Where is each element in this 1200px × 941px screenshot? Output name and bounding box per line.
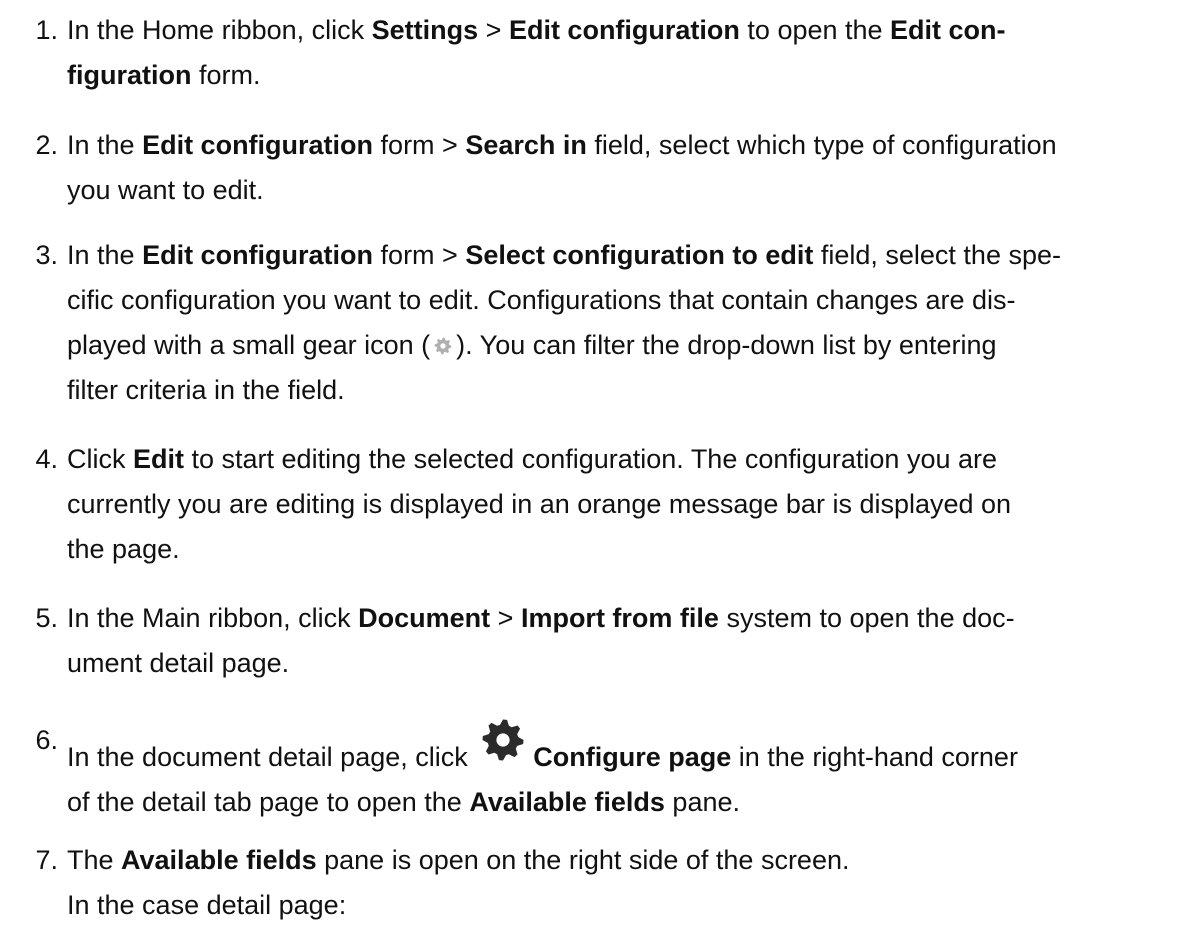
text-line: The Available fields pane is open on the… — [67, 838, 1187, 883]
text-line: Click Edit to start editing the selected… — [67, 437, 1187, 482]
ui-term: Available fields — [121, 845, 317, 875]
text-line: In the Main ribbon, click Document > Imp… — [67, 596, 1187, 641]
step-number: 1. — [35, 15, 58, 45]
text-run: of the detail tab page to open the — [67, 787, 470, 817]
text-run: > — [490, 603, 521, 633]
text-run: system to open the doc- — [718, 603, 1015, 633]
text-run: ). You can filter the drop-down list by … — [456, 330, 997, 360]
text-line: In the Home ribbon, click Settings > Edi… — [67, 8, 1187, 53]
text-line: ument detail page. — [67, 641, 1187, 686]
text-line: played with a small gear icon ( ). You ca… — [67, 323, 1187, 368]
step-number: 2. — [35, 130, 58, 160]
text-run: In the case detail page: — [67, 890, 347, 920]
text-line: the page. — [67, 527, 1187, 572]
step-text: In the document detail page, click Confi… — [67, 718, 1187, 825]
ui-term: Edit configuration — [508, 15, 740, 45]
step-text: In the Main ribbon, click Document > Imp… — [67, 596, 1187, 686]
text-run: field, select which type of configuratio… — [586, 130, 1057, 160]
text-run: form > — [373, 240, 466, 270]
text-line: In the document detail page, click Confi… — [67, 718, 1187, 780]
step-number: 5. — [35, 603, 58, 633]
text-run: field, select the spe- — [813, 240, 1061, 270]
text-run: form > — [373, 130, 466, 160]
ui-term: Document — [358, 603, 491, 633]
text-run: in the right-hand corner — [731, 742, 1018, 772]
text-line: you want to edit. — [67, 168, 1187, 213]
text-line: currently you are editing is displayed i… — [67, 482, 1187, 527]
step-text: In the Edit configuration form > Search … — [67, 123, 1187, 213]
ui-term: Configure page — [533, 742, 732, 772]
text-run: to open the — [739, 15, 891, 45]
ui-term: figuration — [67, 60, 192, 90]
text-line: cific configuration you want to edit. Co… — [67, 278, 1187, 323]
text-run: played with a small gear icon ( — [67, 330, 431, 360]
ui-term: Available fields — [469, 787, 665, 817]
text-run: ument detail page. — [67, 648, 290, 678]
step-number: 4. — [35, 444, 58, 474]
gear-large-icon — [481, 718, 525, 762]
step-number: 6. — [35, 725, 58, 755]
step-text: In the Home ribbon, click Settings > Edi… — [67, 8, 1187, 98]
ui-term: Edit configuration — [142, 240, 374, 270]
text-run: In the Home ribbon, click — [67, 15, 372, 45]
text-run: In the Main ribbon, click — [67, 603, 359, 633]
text-run: filter criteria in the field. — [67, 375, 345, 405]
step-text: The Available fields pane is open on the… — [67, 838, 1187, 928]
text-run: > — [478, 15, 509, 45]
text-run: Click — [67, 444, 133, 474]
step-text: Click Edit to start editing the selected… — [67, 437, 1187, 572]
text-run: The — [67, 845, 122, 875]
ui-term: Settings — [371, 15, 479, 45]
text-run: the page. — [67, 534, 180, 564]
step-number: 7. — [35, 845, 58, 875]
text-run: currently you are editing is displayed i… — [67, 489, 1012, 519]
text-run: pane. — [664, 787, 740, 817]
step-number: 3. — [35, 240, 58, 270]
text-run: cific configuration you want to edit. Co… — [67, 285, 1016, 315]
ui-term: Search in — [465, 130, 587, 160]
ui-term: Edit — [133, 444, 184, 474]
ui-term: Import from file — [520, 603, 719, 633]
text-run: form. — [191, 60, 261, 90]
ui-term: Select configuration to edit — [465, 240, 814, 270]
text-line: figuration form. — [67, 53, 1187, 98]
text-run: In the — [67, 130, 143, 160]
text-run: you want to edit. — [67, 175, 264, 205]
text-run: pane is open on the right side of the sc… — [316, 845, 850, 875]
step-text: In the Edit configuration form > Select … — [67, 233, 1187, 413]
text-line: In the Edit configuration form > Search … — [67, 123, 1187, 168]
text-line: In the case detail page: — [67, 883, 1187, 928]
text-line: of the detail tab page to open the Avail… — [67, 780, 1187, 825]
text-run: In the — [67, 240, 143, 270]
text-line: In the Edit configuration form > Select … — [67, 233, 1187, 278]
ui-term: Edit configuration — [142, 130, 374, 160]
text-run: In the document detail page, click — [67, 742, 476, 772]
gear-small-icon — [434, 324, 452, 355]
ui-term: Edit con- — [890, 15, 1006, 45]
text-run: to start editing the selected configurat… — [184, 444, 998, 474]
text-line: filter criteria in the field. — [67, 368, 1187, 413]
